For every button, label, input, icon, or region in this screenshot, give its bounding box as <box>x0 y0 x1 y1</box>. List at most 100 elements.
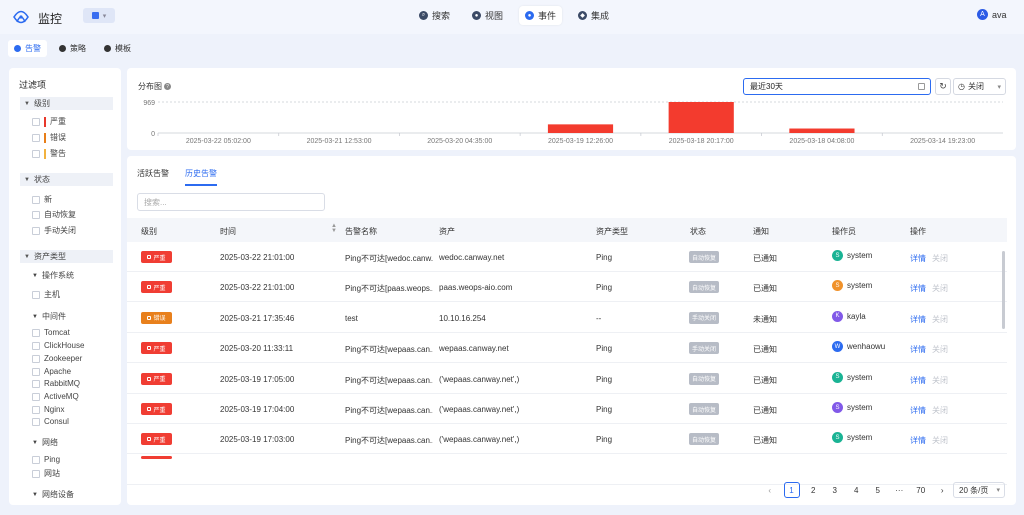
checkbox[interactable] <box>32 290 40 299</box>
checkbox[interactable] <box>32 117 40 126</box>
detail-link[interactable]: 详情 <box>910 283 926 294</box>
filter-sub-network-device[interactable]: ▼ 网络设备 <box>32 489 74 500</box>
close-link[interactable]: 关闭 <box>932 435 948 446</box>
filter-asset-website[interactable]: 网站 <box>32 468 60 479</box>
filter-asset-host[interactable]: 主机 <box>32 289 60 300</box>
page-size-select[interactable]: 20 条/页 ▾ <box>953 482 1005 498</box>
filter-asset-clickhouse[interactable]: ClickHouse <box>32 341 84 350</box>
filter-status-new[interactable]: 新 <box>32 194 52 205</box>
tab-strategy[interactable]: 策略 <box>53 40 92 57</box>
checkbox[interactable] <box>32 405 40 414</box>
filter-asset-nginx[interactable]: Nginx <box>32 405 64 414</box>
x-tick-label: 2025-03-20 04:35:00 <box>427 138 492 145</box>
nav-view-label: 视图 <box>485 11 504 21</box>
checkbox[interactable] <box>32 226 40 235</box>
filter-level-critical[interactable]: 严重 <box>32 116 66 127</box>
close-link[interactable]: 关闭 <box>932 405 948 416</box>
table-header: 级别 时间 ▲ ▼ 告警名称 资产 资产类型 状态 通知 操作员 操作 <box>127 218 1007 242</box>
filter-asset-ping[interactable]: Ping <box>32 455 60 464</box>
checkbox[interactable] <box>32 195 40 204</box>
detail-link[interactable]: 详情 <box>910 344 926 355</box>
detail-link[interactable]: 详情 <box>910 405 926 416</box>
time-cell: 2025-03-19 17:04:00 <box>220 405 295 414</box>
page-button[interactable]: 5 <box>867 482 889 498</box>
checkbox[interactable] <box>32 210 40 219</box>
filter-asset-activemq[interactable]: ActiveMQ <box>32 392 79 401</box>
app-switcher-button[interactable]: ▾ <box>83 8 115 23</box>
nav-integration[interactable]: ◆ 集成 <box>572 6 615 25</box>
filter-group-asset-type[interactable]: ▼ 资产类型 <box>20 250 113 263</box>
tab-active-alerts[interactable]: 活跃告警 <box>137 168 169 186</box>
nav-events[interactable]: ● 事件 <box>519 6 563 25</box>
detail-link[interactable]: 详情 <box>910 375 926 386</box>
checkbox[interactable] <box>32 417 40 426</box>
page-button[interactable]: 3 <box>824 482 846 498</box>
row-actions: 详情 关闭 <box>910 314 948 325</box>
checkbox[interactable] <box>32 341 40 350</box>
table-row[interactable]: 严重 2025-03-19 17:04:00 Ping不可达[wepaas.can.… <box>127 394 1007 424</box>
detail-link[interactable]: 详情 <box>910 253 926 264</box>
checkbox[interactable] <box>32 149 40 158</box>
page-button[interactable]: 70 <box>910 482 932 498</box>
close-link[interactable]: 关闭 <box>932 344 948 355</box>
filter-status-manual-closed[interactable]: 手动关闭 <box>32 225 76 236</box>
detail-link[interactable]: 详情 <box>910 435 926 446</box>
main-nav: ⌕ 搜索 ● 视图 ● 事件 ◆ 集成 <box>413 6 615 25</box>
asset-cell: paas.weops-aio.com <box>439 283 513 293</box>
detail-link[interactable]: 详情 <box>910 314 926 325</box>
table-row[interactable]: 严重 2025-03-20 11:33:11 Ping不可达[wepaas.can.… <box>127 333 1007 364</box>
checkbox[interactable] <box>32 133 40 142</box>
avatar: S <box>832 402 843 413</box>
sort-icon[interactable]: ▲ ▼ <box>331 223 337 234</box>
checkbox[interactable] <box>32 354 40 363</box>
filter-asset-tomcat[interactable]: Tomcat <box>32 328 70 337</box>
checkbox[interactable] <box>32 469 40 478</box>
filter-level-warning[interactable]: 警告 <box>32 148 66 159</box>
tab-history-alerts[interactable]: 历史告警 <box>185 168 217 186</box>
page-button[interactable]: 4 <box>846 482 868 498</box>
filter-sub-label: 网络 <box>41 438 58 447</box>
filter-asset-consul[interactable]: Consul <box>32 417 69 426</box>
checkbox[interactable] <box>32 328 40 337</box>
user-menu[interactable]: A ava <box>977 9 1007 20</box>
eye-icon: ● <box>472 11 482 20</box>
filter-sub-middleware[interactable]: ▼ 中间件 <box>32 311 66 322</box>
table-row[interactable]: 错误 2025-03-21 17:35:46 test 10.10.16.254 -- 手… <box>127 303 1007 333</box>
filter-sub-os[interactable]: ▼ 操作系统 <box>32 270 74 281</box>
table-row[interactable]: 严重 2025-03-22 21:01:00 Ping不可达[wedoc.canw.… <box>127 242 1007 272</box>
status-badge: 自动恢复 <box>689 403 720 415</box>
tab-alerts[interactable]: 告警 <box>8 40 47 57</box>
filter-group-status[interactable]: ▼ 状态 <box>20 173 113 186</box>
close-link[interactable]: 关闭 <box>932 253 948 264</box>
page-button[interactable]: ··· <box>889 482 911 498</box>
filter-level-error[interactable]: 错误 <box>32 132 66 143</box>
filter-status-auto-recovered[interactable]: 自动恢复 <box>32 209 76 220</box>
checkbox[interactable] <box>32 455 40 464</box>
filter-asset-rabbitmq[interactable]: RabbitMQ <box>32 379 80 388</box>
filter-asset-zookeeper[interactable]: Zookeeper <box>32 354 82 363</box>
table-row[interactable]: 严重 2025-03-19 17:05:00 Ping不可达[wepaas.can.… <box>127 364 1007 394</box>
tab-template[interactable]: 模板 <box>98 40 137 57</box>
filter-asset-apache[interactable]: Apache <box>32 367 71 376</box>
table-row[interactable]: 严重 2025-03-22 21:01:00 Ping不可达[paas.weops.… <box>127 272 1007 303</box>
level-badge: 严重 <box>141 403 172 415</box>
checkbox[interactable] <box>32 367 40 376</box>
page-button[interactable]: 1 <box>783 482 800 498</box>
search-input[interactable]: 搜索... <box>137 193 325 211</box>
table-row[interactable]: 严重 2025-03-19 17:03:00 Ping不可达[wepaas.can.… <box>127 424 1007 455</box>
nav-view[interactable]: ● 视图 <box>466 6 509 25</box>
close-link[interactable]: 关闭 <box>932 314 948 325</box>
filter-group-level[interactable]: ▼ 级别 <box>20 97 113 110</box>
table-scrollbar[interactable] <box>1002 251 1005 329</box>
filter-sub-network[interactable]: ▼ 网络 <box>32 437 58 448</box>
prev-page-icon[interactable]: ‹ <box>759 482 781 498</box>
close-link[interactable]: 关闭 <box>932 283 948 294</box>
checkbox[interactable] <box>32 379 40 388</box>
next-page-icon[interactable]: › <box>932 482 954 498</box>
level-text: 严重 <box>153 407 166 414</box>
nav-search[interactable]: ⌕ 搜索 <box>413 6 456 25</box>
close-link[interactable]: 关闭 <box>932 375 948 386</box>
y-tick-label: 0 <box>151 131 155 138</box>
checkbox[interactable] <box>32 392 40 401</box>
page-button[interactable]: 2 <box>803 482 825 498</box>
